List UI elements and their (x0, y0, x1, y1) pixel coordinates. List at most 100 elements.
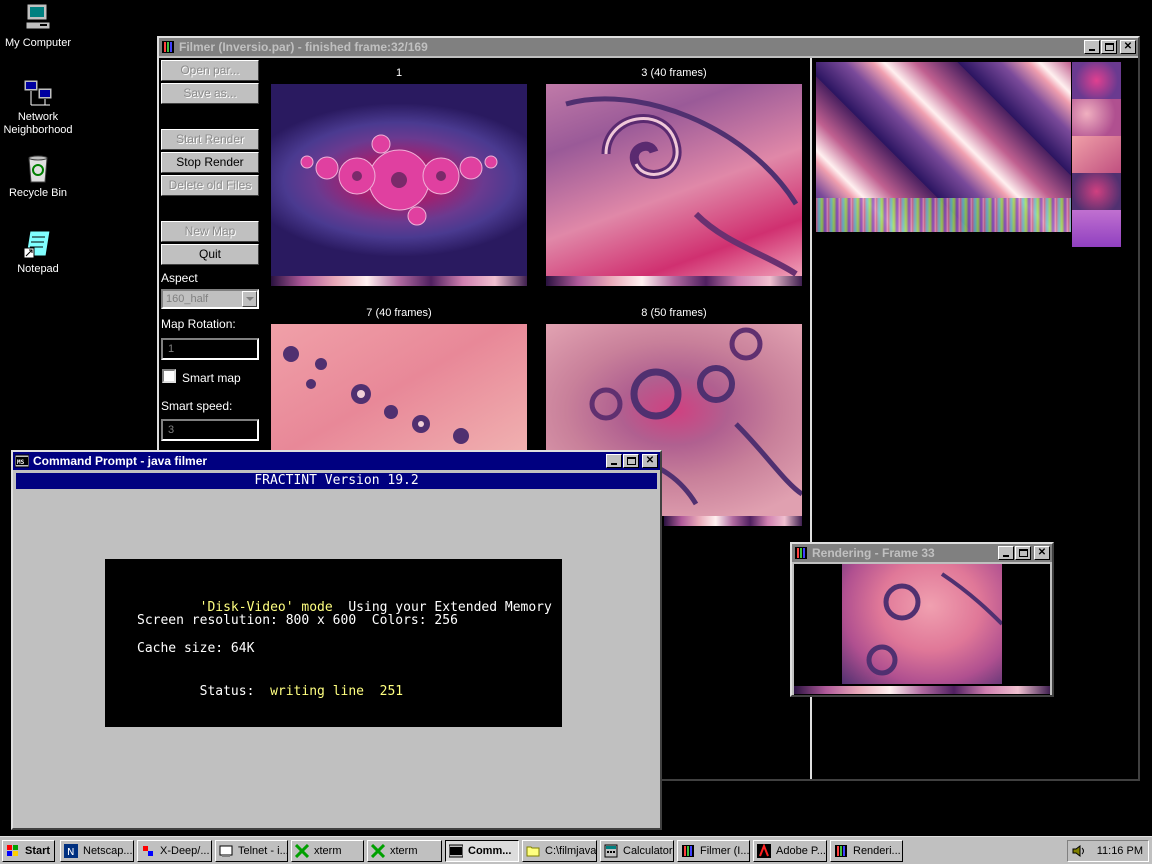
maximize-button[interactable] (1015, 546, 1031, 560)
maximize-icon (1019, 549, 1028, 557)
thumbnail[interactable] (1072, 136, 1121, 173)
close-button[interactable]: ✕ (642, 454, 658, 468)
film-icon (162, 41, 174, 53)
rendering-titlebar[interactable]: Rendering - Frame 33 ✕ (792, 544, 1052, 562)
taskbar-item-xterm-2[interactable]: xterm (367, 840, 442, 862)
start-button[interactable]: Start (2, 840, 55, 862)
status-key: Status: (199, 684, 255, 699)
taskbar: Start N Netscap... X-Deep/... Telnet - i… (0, 836, 1152, 864)
fractal-image (283, 346, 469, 444)
thumbnail[interactable] (1072, 62, 1121, 99)
volume-icon[interactable] (1072, 844, 1086, 858)
desktop-icon-my-computer[interactable]: My Computer (0, 2, 76, 50)
desktop-icon-network-neighborhood[interactable]: Network Neighborhood (0, 76, 76, 137)
taskbar-item-label: Netscap... (83, 845, 133, 857)
computer-icon (22, 2, 54, 34)
fractal-frame-3[interactable] (546, 84, 802, 276)
smart-speed-field[interactable]: 3 (161, 419, 259, 441)
network-icon (22, 76, 54, 108)
smart-map-checkbox[interactable] (162, 369, 176, 383)
minimize-button[interactable] (606, 454, 622, 468)
taskbar-item-xterm-1[interactable]: xterm (291, 840, 364, 862)
desktop-icon-notepad[interactable]: Notepad (0, 228, 76, 276)
start-label: Start (25, 845, 51, 857)
window-title: Filmer (Inversio.par) - finished frame:3… (179, 40, 428, 54)
window-title: Rendering - Frame 33 (812, 546, 935, 560)
taskbar-item-command-prompt[interactable]: Comm... (445, 840, 519, 862)
clock[interactable]: 11:16 PM (1097, 845, 1143, 857)
smart-speed-label: Smart speed: (161, 399, 233, 413)
taskbar-item-label: X-Deep/... (160, 845, 210, 857)
taskbar-item-rendering[interactable]: Renderi... (830, 840, 903, 862)
folder-icon (526, 846, 540, 857)
fractal-image (300, 134, 498, 226)
minimize-button[interactable] (998, 546, 1014, 560)
color-palette-bar (546, 276, 802, 286)
taskbar-item-adobe[interactable]: Adobe P... (753, 840, 827, 862)
aspect-label: Aspect (161, 271, 198, 285)
aspect-select[interactable]: 160_half (161, 289, 259, 309)
filmer-titlebar[interactable]: Filmer (Inversio.par) - finished frame:3… (159, 38, 1138, 56)
film-icon (835, 845, 847, 857)
command-prompt-window: MS Command Prompt - java filmer ✕ FRACTI… (11, 450, 662, 830)
close-button[interactable]: ✕ (1120, 40, 1136, 54)
taskbar-item-filmer[interactable]: Filmer (I... (677, 840, 750, 862)
window-title: Command Prompt - java filmer (33, 454, 208, 468)
chevron-down-icon (246, 297, 254, 301)
netscape-icon: N (64, 844, 78, 858)
taskbar-item-label: xterm (314, 845, 342, 857)
telnet-icon (219, 845, 233, 857)
maximize-button[interactable] (623, 454, 639, 468)
taskbar-item-label: Filmer (I... (700, 845, 750, 857)
desktop-icon-label: Notepad (17, 263, 59, 275)
quit-button[interactable]: Quit (161, 244, 259, 265)
system-tray: 11:16 PM (1067, 840, 1149, 862)
gradient-preview-bottom (816, 198, 1071, 232)
cache-line: Cache size: 64K (137, 641, 255, 656)
adobe-icon (757, 844, 771, 858)
minimize-icon (611, 463, 617, 465)
calculator-icon (604, 844, 618, 858)
recycle-bin-icon (22, 152, 54, 184)
color-palette-bar (794, 686, 1050, 694)
desktop-icon-recycle-bin[interactable]: Recycle Bin (0, 152, 76, 200)
msdos-icon (449, 844, 463, 858)
minimize-button[interactable] (1084, 40, 1100, 54)
film-icon (795, 547, 807, 559)
console-area[interactable]: FRACTINT Version 19.2 'Disk-Video' mode … (16, 473, 657, 827)
map-rotation-field[interactable]: 1 (161, 338, 259, 360)
thumbnail[interactable] (1072, 173, 1121, 210)
svg-text:N: N (67, 847, 74, 858)
new-map-button[interactable]: New Map (161, 221, 259, 242)
maximize-button[interactable] (1101, 40, 1117, 54)
desktop-icon-label: My Computer (4, 37, 72, 49)
taskbar-item-filmjava-folder[interactable]: C:\filmjava (522, 840, 597, 862)
taskbar-item-telnet[interactable]: Telnet - i... (215, 840, 288, 862)
minimize-icon (1089, 49, 1095, 51)
frame-label: 3 (40 frames) (641, 67, 707, 79)
save-as-button[interactable]: Save as... (161, 83, 259, 104)
thumbnail[interactable] (1072, 99, 1121, 136)
taskbar-item-netscape[interactable]: N Netscap... (60, 840, 134, 862)
taskbar-item-label: Comm... (468, 845, 512, 857)
msdos-icon: MS (15, 454, 29, 468)
dropdown-arrow-button[interactable] (242, 291, 257, 307)
maximize-icon (1105, 43, 1114, 51)
xdeep-icon (141, 844, 155, 858)
open-par-button[interactable]: Open par... (161, 60, 259, 81)
thumbnail[interactable] (1072, 210, 1121, 247)
taskbar-item-label: Calculator (623, 845, 673, 857)
taskbar-item-xdeep[interactable]: X-Deep/... (137, 840, 212, 862)
stop-render-button[interactable]: Stop Render (161, 152, 259, 173)
taskbar-item-calculator[interactable]: Calculator (600, 840, 674, 862)
delete-old-files-button[interactable]: Delete old Files (161, 175, 259, 196)
start-render-button[interactable]: Start Render (161, 129, 259, 150)
command-prompt-titlebar[interactable]: MS Command Prompt - java filmer ✕ (13, 452, 660, 470)
x-logo-icon (371, 844, 385, 858)
close-button[interactable]: ✕ (1034, 546, 1050, 560)
fractal-frame-7[interactable] (271, 324, 527, 450)
frame-label: 7 (40 frames) (366, 307, 432, 319)
windows-logo-icon (7, 845, 18, 856)
film-icon (682, 845, 694, 857)
fractal-frame-1[interactable] (271, 84, 527, 276)
